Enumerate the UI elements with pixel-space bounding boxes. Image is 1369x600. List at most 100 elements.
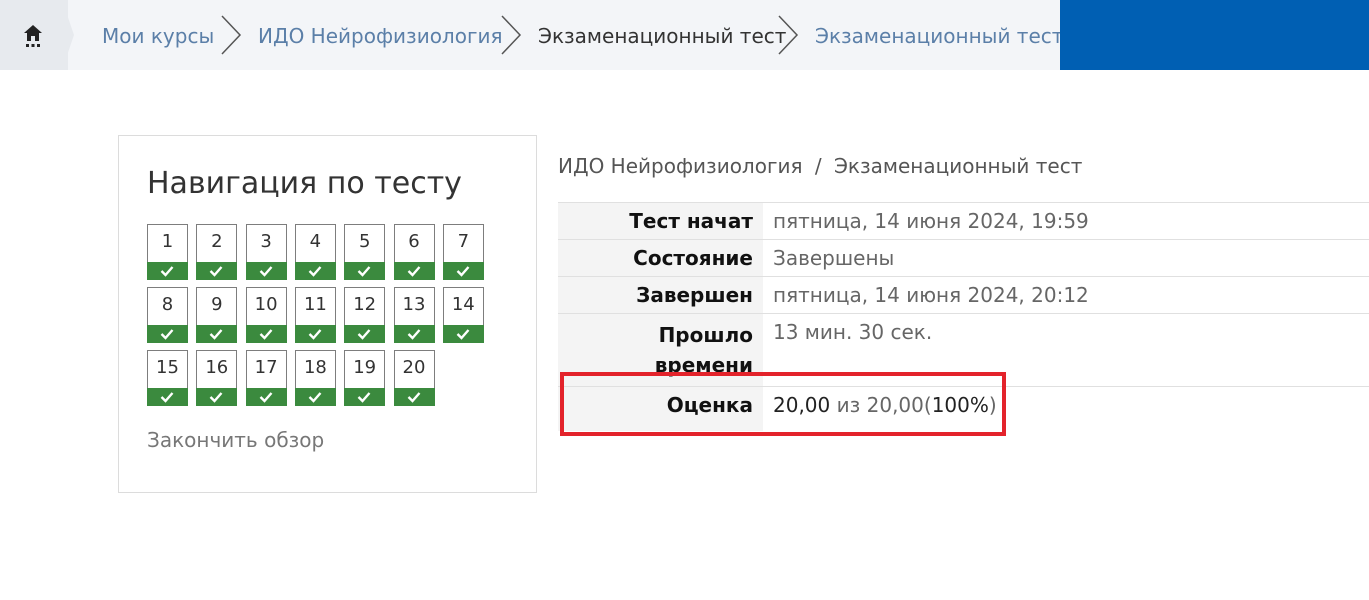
quiz-navigation-title: Навигация по тесту [147, 166, 462, 201]
answer-state-bar [147, 388, 188, 406]
table-row: Состояние Завершены [558, 239, 1369, 277]
question-button-8[interactable]: 8 [147, 287, 188, 343]
check-icon [456, 266, 470, 277]
question-number: 9 [211, 294, 223, 315]
page-path: ИДО Нейрофизиология / Экзаменационный те… [558, 154, 1082, 178]
answer-state-bar [147, 325, 188, 343]
state-label: Состояние [558, 239, 763, 277]
question-number: 14 [451, 294, 475, 315]
check-icon [308, 329, 322, 340]
breadcrumb-course[interactable]: ИДО Нейрофизиология [258, 22, 502, 50]
check-icon [160, 392, 174, 403]
question-button-13[interactable]: 13 [393, 287, 435, 343]
answer-state-bar [393, 262, 435, 280]
question-button-2[interactable]: 2 [196, 224, 238, 280]
question-button-20[interactable]: 20 [393, 350, 435, 406]
check-icon [456, 329, 470, 340]
answer-state-bar [294, 388, 336, 406]
check-icon [407, 392, 420, 403]
check-icon [308, 392, 322, 403]
started-value: пятница, 14 июня 2024, 19:59 [763, 202, 1369, 240]
question-number: 19 [353, 357, 377, 378]
question-number: 6 [408, 231, 420, 252]
question-button-12[interactable]: 12 [344, 287, 386, 343]
question-number: 2 [211, 231, 223, 252]
answer-state-bar [196, 262, 238, 280]
question-number: 11 [303, 294, 327, 315]
chevron-right-icon [221, 15, 242, 55]
answer-state-bar [344, 325, 386, 343]
question-button-6[interactable]: 6 [393, 224, 435, 280]
answer-state-bar [442, 325, 484, 343]
answer-state-bar [344, 262, 386, 280]
check-icon [357, 392, 371, 403]
question-button-5[interactable]: 5 [344, 224, 386, 280]
answer-state-bar [196, 325, 238, 343]
check-icon [357, 266, 371, 277]
elapsed-label-line-1: Прошло [658, 323, 753, 347]
question-number: 10 [254, 294, 278, 315]
answer-state-bar [393, 325, 435, 343]
breadcrumb-bar: Мои курсы ИДО Нейрофизиология Экзаменаци… [0, 0, 1369, 70]
completed-label: Завершен [558, 276, 763, 314]
home-icon [24, 25, 42, 47]
answer-state-bar [245, 388, 287, 406]
table-row: Тест начат пятница, 14 июня 2024, 19:59 [558, 202, 1369, 240]
question-button-10[interactable]: 10 [245, 287, 287, 343]
check-icon [407, 266, 420, 277]
path-quiz-link[interactable]: Экзаменационный тест [834, 154, 1082, 178]
breadcrumb-quiz[interactable]: Экзаменационный тест [815, 22, 1063, 50]
question-number: 8 [161, 294, 174, 315]
path-separator: / [814, 154, 822, 178]
check-icon [209, 392, 223, 403]
answer-state-bar [147, 262, 188, 280]
question-number: 4 [309, 231, 322, 252]
question-number: 12 [353, 294, 377, 315]
table-row: Завершен пятница, 14 июня 2024, 20:12 [558, 276, 1369, 314]
question-number: 17 [254, 357, 278, 378]
question-button-7[interactable]: 7 [442, 224, 484, 280]
check-icon [160, 329, 174, 340]
question-number: 1 [161, 231, 174, 252]
home-tab-arrow [62, 0, 74, 70]
check-icon [357, 329, 371, 340]
answer-state-bar [442, 262, 484, 280]
question-button-14[interactable]: 14 [442, 287, 484, 343]
finish-review-link[interactable]: Закончить обзор [147, 428, 324, 452]
check-icon [209, 266, 223, 277]
question-number: 7 [457, 231, 470, 252]
question-button-9[interactable]: 9 [196, 287, 238, 343]
check-icon [209, 329, 223, 340]
question-number: 18 [303, 357, 327, 378]
quiz-navigation-block: Навигация по тесту 1 2 3 4 5 6 7 8 9 10 11 12 13 14 15… [118, 135, 537, 493]
question-number: 13 [402, 294, 426, 315]
question-number: 5 [358, 231, 371, 252]
home-button[interactable] [0, 0, 68, 70]
check-icon [259, 266, 272, 277]
question-button-18[interactable]: 18 [294, 350, 336, 406]
check-icon [259, 392, 272, 403]
question-button-16[interactable]: 16 [196, 350, 238, 406]
completed-value: пятница, 14 июня 2024, 20:12 [763, 276, 1369, 314]
breadcrumb-quiz-section[interactable]: Экзаменационный тест [538, 22, 786, 50]
question-button-4[interactable]: 4 [294, 224, 336, 280]
check-icon [160, 266, 174, 277]
breadcrumb-my-courses[interactable]: Мои курсы [102, 22, 214, 50]
question-button-17[interactable]: 17 [245, 350, 287, 406]
check-icon [407, 329, 420, 340]
breadcrumb: Мои курсы ИДО Нейрофизиология Экзаменаци… [0, 0, 1063, 70]
grade-highlight-box [560, 372, 1006, 436]
question-button-19[interactable]: 19 [344, 350, 386, 406]
state-value: Завершены [763, 239, 1369, 277]
question-number: 20 [402, 357, 426, 378]
answer-state-bar [393, 388, 435, 406]
answer-state-bar [344, 388, 386, 406]
question-button-15[interactable]: 15 [147, 350, 188, 406]
question-number: 16 [205, 357, 229, 378]
answer-state-bar [196, 388, 238, 406]
path-course-link[interactable]: ИДО Нейрофизиология [558, 154, 802, 178]
question-button-1[interactable]: 1 [147, 224, 188, 280]
question-button-3[interactable]: 3 [245, 224, 287, 280]
question-button-11[interactable]: 11 [294, 287, 336, 343]
answer-state-bar [245, 325, 287, 343]
